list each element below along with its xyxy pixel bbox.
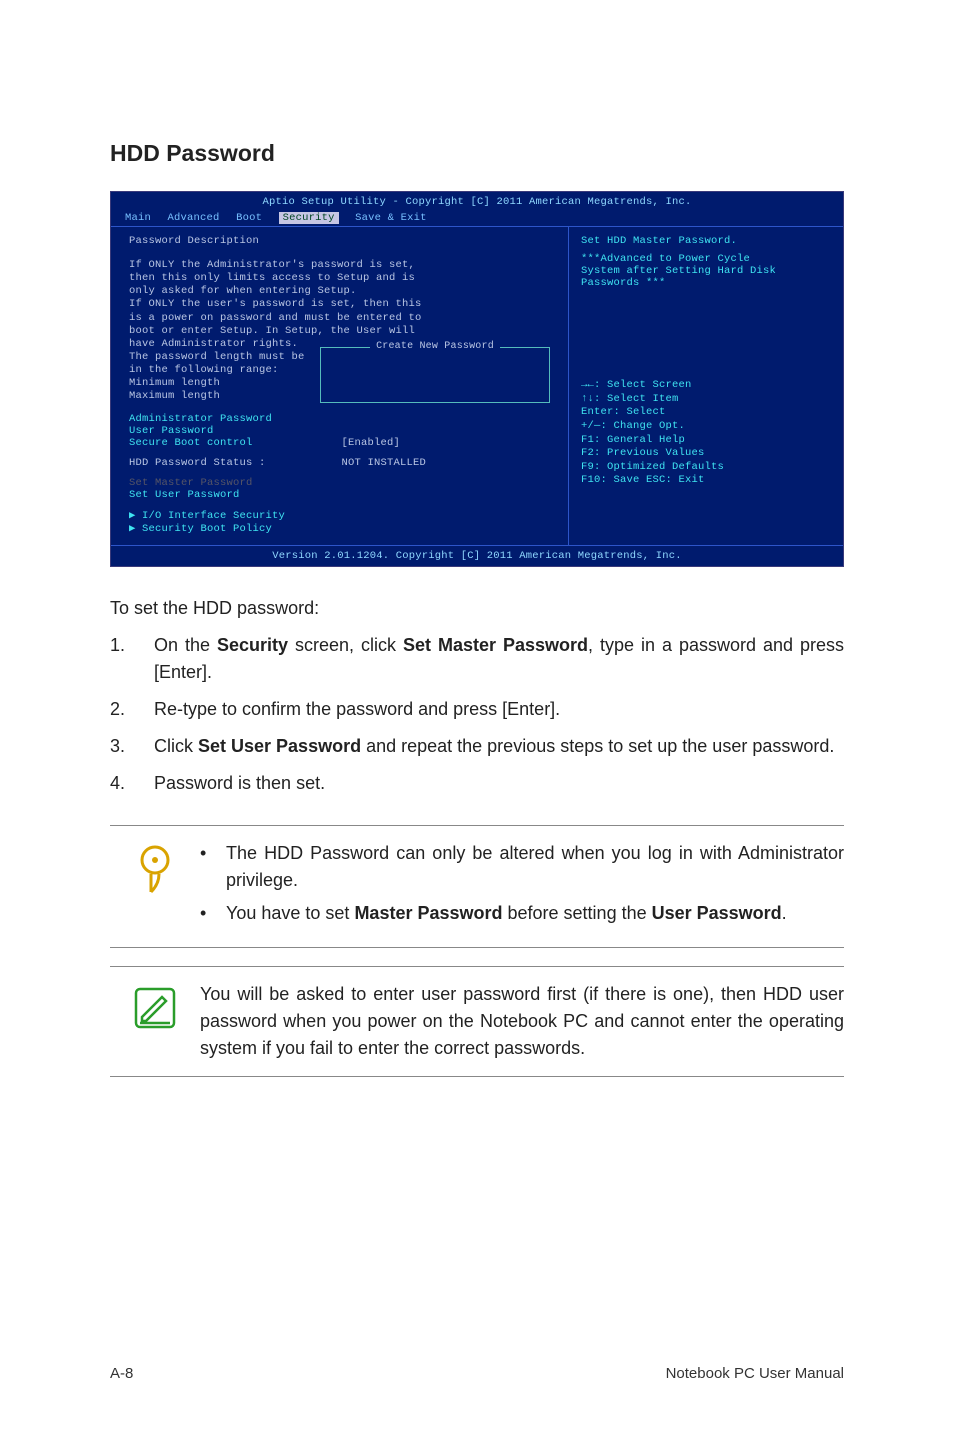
bios-hdd-status: HDD Password Status : <box>129 457 342 469</box>
tab-save-exit: Save & Exit <box>355 212 427 224</box>
step-text: and repeat the previous steps to set up … <box>361 736 834 756</box>
bios-right-line: System after Setting Hard Disk <box>581 265 831 277</box>
bios-left-pane: Password Description If ONLY the Adminis… <box>111 227 569 545</box>
step-3: 3. Click Set User Password and repeat th… <box>110 733 844 760</box>
intro-text: To set the HDD password: <box>110 595 844 622</box>
bios-help-line: F2: Previous Values <box>581 447 831 461</box>
bullet-icon: • <box>200 840 226 894</box>
bios-secure-boot-value: [Enabled] <box>342 437 555 449</box>
bios-secure-boot: Secure Boot control <box>129 437 342 449</box>
tab-boot: Boot <box>236 212 262 224</box>
step-number: 3. <box>110 733 154 760</box>
step-number: 4. <box>110 770 154 797</box>
step-bold: Set User Password <box>198 736 361 756</box>
bios-header: Aptio Setup Utility - Copyright [C] 2011… <box>111 192 843 210</box>
pencil-note-icon <box>110 981 200 1062</box>
triangle-icon: ▶ <box>129 523 142 535</box>
step-text: Click <box>154 736 198 756</box>
step-number: 2. <box>110 696 154 723</box>
tab-security: Security <box>279 212 339 224</box>
bullet-icon: • <box>200 900 226 927</box>
bios-desc-line: only asked for when entering Setup. <box>129 285 554 298</box>
triangle-icon: ▶ <box>129 510 142 522</box>
step-4: 4. Password is then set. <box>110 770 844 797</box>
tab-advanced: Advanced <box>168 212 220 224</box>
step-text: screen, click <box>288 635 403 655</box>
bios-right-line: Passwords *** <box>581 277 831 289</box>
bios-desc-line: If ONLY the user's password is set, then… <box>129 298 554 311</box>
step-2: 2. Re-type to confirm the password and p… <box>110 696 844 723</box>
bios-security-boot-policy: Security Boot Policy <box>142 523 272 535</box>
note-text: You have to set <box>226 903 354 923</box>
note-text: The HDD Password can only be altered whe… <box>226 840 844 894</box>
bios-help-line: F10: Save ESC: Exit <box>581 474 831 488</box>
page-number: A-8 <box>110 1365 133 1382</box>
bios-help-line: F1: General Help <box>581 434 831 448</box>
step-bold: Security <box>217 635 288 655</box>
step-text: Re-type to confirm the password and pres… <box>154 696 844 723</box>
footer-title: Notebook PC User Manual <box>666 1365 844 1382</box>
bios-tabs: Main Advanced Boot Security Save & Exit <box>111 210 843 227</box>
step-number: 1. <box>110 632 154 686</box>
bios-user-password: User Password <box>129 425 554 437</box>
bios-pw-desc-header: Password Description <box>129 235 554 247</box>
create-password-label: Create New Password <box>370 341 500 352</box>
bios-io-security: I/O Interface Security <box>142 510 285 522</box>
step-text: Password is then set. <box>154 770 844 797</box>
note-text: . <box>782 903 787 923</box>
bios-help-line: Enter: Select <box>581 406 831 420</box>
bios-help-line: ↑↓: Select Item <box>581 393 831 407</box>
section-title: HDD Password <box>110 140 844 167</box>
bios-help-line: +/—: Change Opt. <box>581 420 831 434</box>
bios-desc-line: is a power on password and must be enter… <box>129 312 554 325</box>
bios-footer: Version 2.01.1204. Copyright [C] 2011 Am… <box>111 545 843 566</box>
bios-right-line: ***Advanced to Power Cycle <box>581 253 831 265</box>
bios-desc-line: boot or enter Setup. In Setup, the User … <box>129 325 554 338</box>
lightbulb-icon <box>110 840 200 933</box>
bios-help-keys: →←: Select Screen ↑↓: Select Item Enter:… <box>581 379 831 488</box>
tab-main: Main <box>125 212 151 224</box>
bios-set-user: Set User Password <box>129 489 554 501</box>
tip-note: •The HDD Password can only be altered wh… <box>110 825 844 948</box>
bios-admin-password: Administrator Password <box>129 413 554 425</box>
bios-help-line: F9: Optimized Defaults <box>581 461 831 475</box>
bios-right-pane: Set HDD Master Password. ***Advanced to … <box>569 227 843 545</box>
ordered-steps: 1. On the Security screen, click Set Mas… <box>110 632 844 797</box>
bios-help-line: →←: Select Screen <box>581 379 831 393</box>
note-text: before setting the <box>503 903 652 923</box>
bios-desc-line: If ONLY the Administrator's password is … <box>129 259 554 272</box>
step-text: On the <box>154 635 217 655</box>
page-footer: A-8 Notebook PC User Manual <box>110 1365 844 1382</box>
note-text: You will be asked to enter user password… <box>200 981 844 1062</box>
bios-right-title: Set HDD Master Password. <box>581 235 831 247</box>
create-password-dialog: Create New Password <box>320 347 550 403</box>
note-bold: User Password <box>652 903 782 923</box>
info-note: You will be asked to enter user password… <box>110 966 844 1077</box>
bios-hdd-status-value: NOT INSTALLED <box>342 457 555 469</box>
note-bold: Master Password <box>354 903 502 923</box>
bios-screenshot: Aptio Setup Utility - Copyright [C] 2011… <box>110 191 844 567</box>
step-bold: Set Master Password <box>403 635 588 655</box>
step-1: 1. On the Security screen, click Set Mas… <box>110 632 844 686</box>
bios-set-master: Set Master Password <box>129 477 554 489</box>
bios-desc-line: then this only limits access to Setup an… <box>129 272 554 285</box>
